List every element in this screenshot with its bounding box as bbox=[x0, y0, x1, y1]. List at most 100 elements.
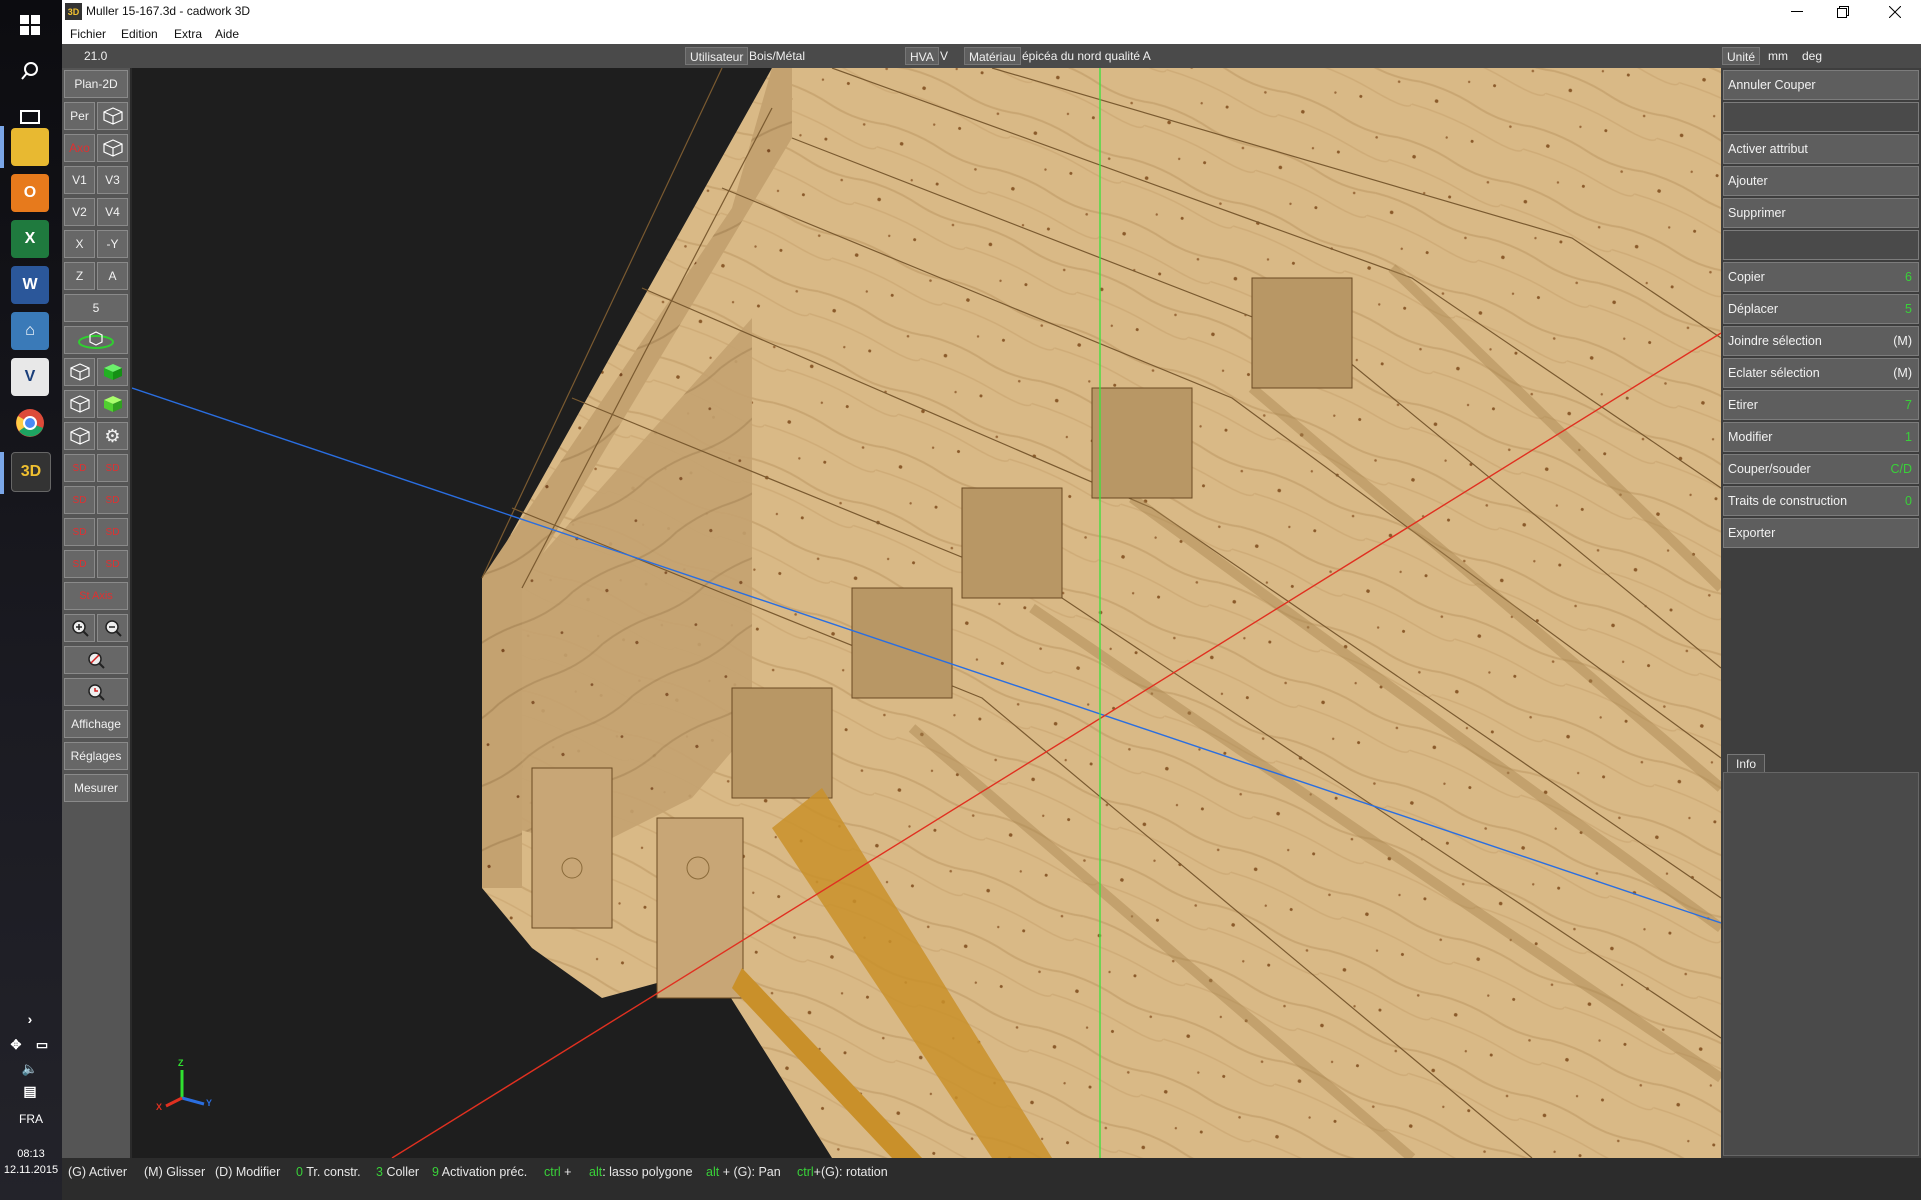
clock-time[interactable]: 08:13 bbox=[0, 1148, 62, 1160]
language-indicator[interactable]: FRA bbox=[0, 1112, 62, 1126]
reglages-button[interactable]: Réglages bbox=[64, 742, 128, 770]
solid-green-cube-icon[interactable] bbox=[97, 358, 128, 386]
status-coller: 3 Coller bbox=[376, 1165, 419, 1179]
unit-angle: deg bbox=[1802, 49, 1823, 63]
status-coller-key: 3 bbox=[376, 1165, 383, 1179]
timber-model-render[interactable] bbox=[132, 68, 1721, 1158]
plan2d-button[interactable]: Plan-2D bbox=[64, 70, 128, 98]
status-glisser: (M) Glisser bbox=[144, 1165, 206, 1179]
shaded-green-cube-icon[interactable] bbox=[97, 390, 128, 418]
unit-label[interactable]: Unité bbox=[1722, 47, 1761, 65]
menu-aide[interactable]: Aide bbox=[215, 27, 239, 41]
menu-extra[interactable]: Extra bbox=[174, 27, 202, 41]
perspective-button[interactable]: Per bbox=[64, 102, 95, 130]
word-icon[interactable]: W bbox=[11, 266, 49, 304]
notifications-icon[interactable]: ▤ bbox=[11, 1072, 49, 1110]
excel-icon[interactable]: X bbox=[11, 220, 49, 258]
axis-y-label: Y bbox=[206, 1098, 213, 1108]
wireframe-cube-icon[interactable] bbox=[64, 358, 95, 386]
file-explorer-icon[interactable] bbox=[11, 128, 49, 166]
eclater-selection-button[interactable]: Eclater sélection (M) bbox=[1723, 358, 1919, 388]
sd-button-1[interactable]: SD bbox=[64, 454, 95, 482]
supprimer-button[interactable]: Supprimer bbox=[1723, 198, 1919, 228]
active-indicator bbox=[0, 452, 4, 494]
zoom-out-icon[interactable] bbox=[97, 614, 128, 642]
sd-button-7[interactable]: SD bbox=[64, 550, 95, 578]
view-z-button[interactable]: Z bbox=[64, 262, 95, 290]
eclater-selection-label: Eclater sélection bbox=[1728, 366, 1820, 380]
maximize-button[interactable] bbox=[1820, 0, 1866, 24]
zoom-in-icon[interactable] bbox=[64, 614, 95, 642]
couper-souder-button[interactable]: Couper/souder C/D bbox=[1723, 454, 1919, 484]
menu-fichier[interactable]: Fichier bbox=[70, 27, 106, 41]
zoom-all-icon[interactable] bbox=[64, 646, 128, 674]
view-v4-button[interactable]: V4 bbox=[97, 198, 128, 226]
search-icon[interactable] bbox=[11, 52, 49, 90]
render-cube-icon[interactable] bbox=[64, 422, 95, 450]
hva-label[interactable]: HVA bbox=[905, 47, 939, 65]
minimize-button[interactable] bbox=[1774, 0, 1820, 24]
sd-button-5[interactable]: SD bbox=[64, 518, 95, 546]
outlook-icon[interactable]: O bbox=[11, 174, 49, 212]
status-lasso-text: : lasso polygone bbox=[602, 1165, 693, 1179]
mesurer-button[interactable]: Mesurer bbox=[64, 774, 128, 802]
v-app-icon[interactable]: V bbox=[11, 358, 49, 396]
view-v1-button[interactable]: V1 bbox=[64, 166, 95, 194]
view-neg-y-button[interactable]: -Y bbox=[97, 230, 128, 258]
user-label[interactable]: Utilisateur bbox=[685, 47, 749, 65]
axo-cube-icon[interactable] bbox=[97, 134, 128, 162]
view-a-button[interactable]: A bbox=[97, 262, 128, 290]
traits-construction-button[interactable]: Traits de construction 0 bbox=[1723, 486, 1919, 516]
close-button[interactable] bbox=[1872, 0, 1918, 24]
view-v2-button[interactable]: V2 bbox=[64, 198, 95, 226]
modifier-hotkey: 1 bbox=[1905, 430, 1912, 444]
joindre-selection-label: Joindre sélection bbox=[1728, 334, 1822, 348]
status-activation-prec-key: 9 bbox=[432, 1165, 439, 1179]
ajouter-button[interactable]: Ajouter bbox=[1723, 166, 1919, 196]
etirer-button[interactable]: Etirer 7 bbox=[1723, 390, 1919, 420]
perspective-cube-icon[interactable] bbox=[97, 102, 128, 130]
status-pan: alt + (G): Pan bbox=[706, 1165, 781, 1179]
affichage-button[interactable]: Affichage bbox=[64, 710, 128, 738]
clock-date[interactable]: 12.11.2015 bbox=[0, 1164, 62, 1176]
zoom-previous-icon[interactable] bbox=[64, 678, 128, 706]
gear-icon[interactable]: ⚙ bbox=[97, 422, 128, 450]
cadwork-icon[interactable]: 3D bbox=[11, 452, 51, 492]
copier-button[interactable]: Copier 6 bbox=[1723, 262, 1919, 292]
st-axis-button[interactable]: St Axis bbox=[64, 582, 128, 610]
menu-edition[interactable]: Edition bbox=[121, 27, 158, 41]
building-app-icon[interactable]: ⌂ bbox=[11, 312, 49, 350]
view-x-button[interactable]: X bbox=[64, 230, 95, 258]
status-rotation-key: ctrl bbox=[797, 1165, 814, 1179]
view-v3-button[interactable]: V3 bbox=[97, 166, 128, 194]
windows-start-icon[interactable] bbox=[11, 6, 49, 44]
sd-button-6[interactable]: SD bbox=[97, 518, 128, 546]
modifier-button[interactable]: Modifier 1 bbox=[1723, 422, 1919, 452]
exporter-button[interactable]: Exporter bbox=[1723, 518, 1919, 548]
sd-button-8[interactable]: SD bbox=[97, 550, 128, 578]
axo-button[interactable]: Axo bbox=[64, 134, 95, 162]
sd-button-3[interactable]: SD bbox=[64, 486, 95, 514]
rotate-cube-icon[interactable] bbox=[64, 326, 128, 354]
deplacer-button[interactable]: Déplacer 5 bbox=[1723, 294, 1919, 324]
annuler-couper-button[interactable]: Annuler Couper bbox=[1723, 70, 1919, 100]
material-label[interactable]: Matériau bbox=[964, 47, 1021, 65]
status-pan-text: + (G): Pan bbox=[722, 1165, 781, 1179]
etirer-hotkey: 7 bbox=[1905, 398, 1912, 412]
status-lasso: alt: lasso polygone bbox=[589, 1165, 693, 1179]
hidden-line-cube-icon[interactable] bbox=[64, 390, 95, 418]
view-5-button[interactable]: 5 bbox=[64, 294, 128, 322]
3d-viewport[interactable]: Z X Y bbox=[132, 68, 1721, 1158]
unit-length: mm bbox=[1768, 49, 1788, 63]
zoom-value: 21.0 bbox=[84, 49, 108, 63]
activer-attribut-button[interactable]: Activer attribut bbox=[1723, 134, 1919, 164]
chrome-icon[interactable] bbox=[11, 404, 49, 442]
window-title: Muller 15-167.3d - cadwork 3D bbox=[86, 4, 251, 18]
windows-taskbar: O X W ⌂ V 3D › ✥ ▭ 🔈 ▤ FRA 08:13 12.11.2… bbox=[0, 0, 62, 1200]
info-tab[interactable]: Info bbox=[1727, 754, 1765, 773]
joindre-selection-button[interactable]: Joindre sélection (M) bbox=[1723, 326, 1919, 356]
command-panel: Annuler Couper Activer attribut Ajouter … bbox=[1721, 68, 1921, 1158]
sd-button-4[interactable]: SD bbox=[97, 486, 128, 514]
sd-button-2[interactable]: SD bbox=[97, 454, 128, 482]
joindre-hotkey: (M) bbox=[1893, 334, 1912, 348]
